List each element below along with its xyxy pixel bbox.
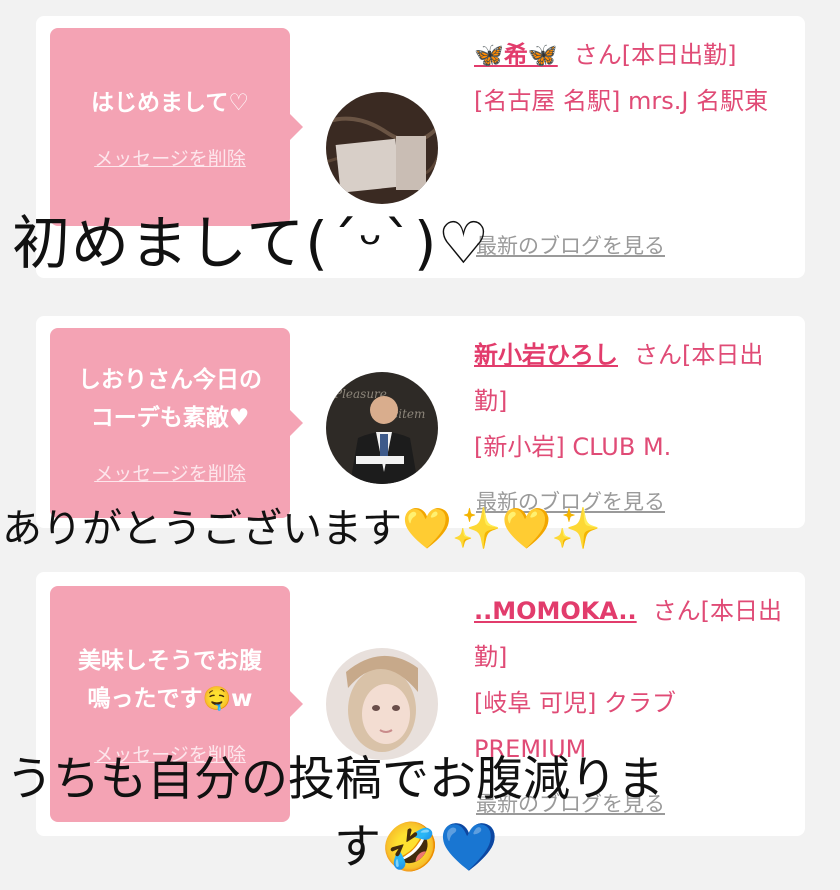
message-text: しおりさん今日の コーデも素敵♥ — [78, 366, 262, 431]
attendance-status: さん[本日出勤] — [573, 41, 737, 69]
avatar-marble-icon — [326, 92, 438, 204]
user-name-link[interactable]: 🦋希🦋 — [474, 41, 558, 69]
user-name-link[interactable]: 新小岩ひろし — [474, 341, 618, 369]
message-text: 美味しそうでお腹 鳴ったです🤤w — [78, 647, 262, 712]
delete-message-link[interactable]: メッセージを削除 — [94, 144, 246, 171]
avatar-man-suit-icon: Pleasure Excitem — [326, 372, 438, 484]
overlay-caption-1: 初めまして(ˊᵕˋ)♡ — [12, 209, 491, 277]
user-info: 新小岩ひろし さん[本日出勤] [新小岩] CLUB M. — [474, 332, 784, 470]
user-name-link[interactable]: ..MOMOKA.. — [474, 597, 637, 625]
message-text: はじめまして♡ — [91, 89, 249, 116]
shop-location: [新小岩] CLUB M. — [474, 433, 672, 461]
shop-location: [名古屋 名駅] mrs.J 名駅東 — [474, 87, 769, 115]
overlay-caption-2: ありがとうございます💛✨💛✨ — [2, 506, 602, 552]
message-bubble: しおりさん今日の コーデも素敵♥ メッセージを削除 — [50, 328, 303, 518]
avatar[interactable]: Pleasure Excitem — [326, 372, 438, 484]
overlay-caption-3-line2: す🤣💙 — [334, 820, 499, 875]
user-info: 🦋希🦋 さん[本日出勤] [名古屋 名駅] mrs.J 名駅東 — [474, 32, 784, 124]
avatar[interactable] — [326, 92, 438, 204]
delete-message-link[interactable]: メッセージを削除 — [94, 459, 246, 486]
overlay-caption-3-line1: うちも自分の投稿でお腹減りま — [6, 752, 664, 807]
latest-blog-link[interactable]: 最新のブログを見る — [476, 230, 665, 260]
